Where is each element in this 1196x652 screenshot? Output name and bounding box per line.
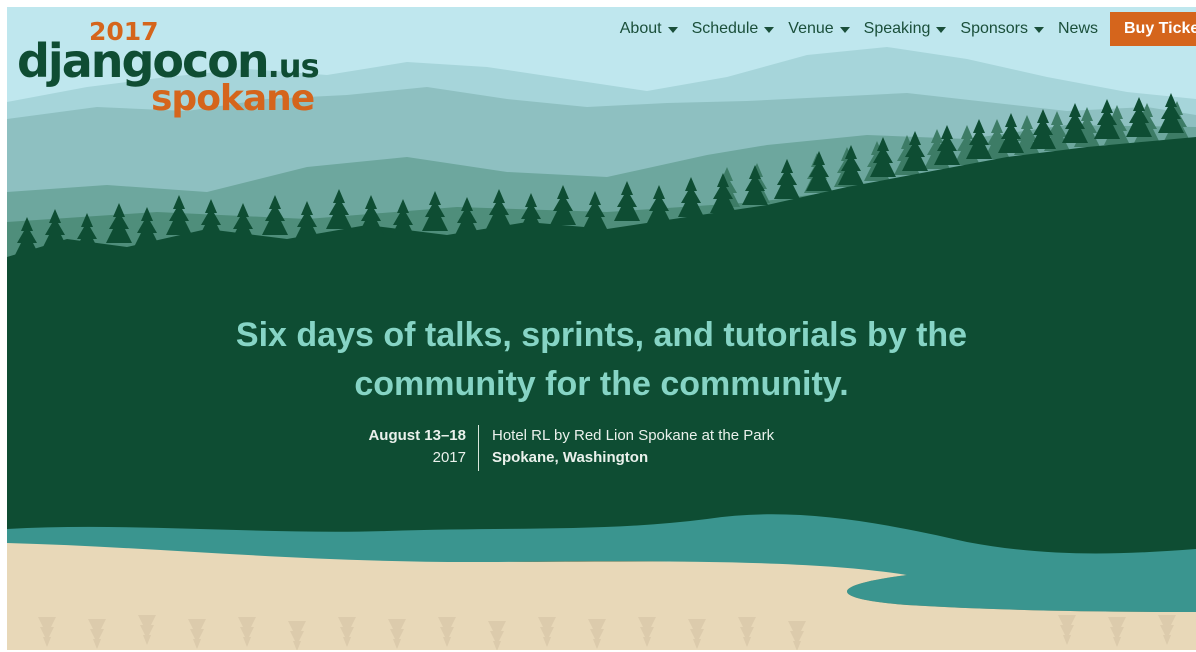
hero-tagline: Six days of talks, sprints, and tutorial… <box>7 311 1196 409</box>
event-dates: August 13–18 2017 <box>368 425 466 469</box>
caret-down-icon <box>667 27 678 33</box>
nav-news-label: News <box>1057 20 1098 37</box>
event-year: 2017 <box>432 449 466 466</box>
tagline-line-2: community for the community. <box>354 365 849 403</box>
nav-about-label: About <box>619 20 662 37</box>
caret-down-icon <box>1033 27 1044 33</box>
caret-down-icon <box>764 27 775 33</box>
nav-venue-label: Venue <box>788 20 834 37</box>
event-location: Hotel RL by Red Lion Spokane at the Park… <box>492 425 774 469</box>
nav-speaking-label: Speaking <box>863 20 931 37</box>
event-venue: Hotel RL by Red Lion Spokane at the Park <box>492 427 775 444</box>
logo-city: spokane <box>151 78 315 119</box>
buy-tickets-button[interactable]: Buy Tickets <box>1110 12 1196 46</box>
nav-speaking[interactable]: Speaking <box>864 20 947 38</box>
nav-sponsors-label: Sponsors <box>960 20 1028 37</box>
nav-about[interactable]: About <box>620 20 678 38</box>
nav-schedule-label: Schedule <box>691 20 759 37</box>
details-divider <box>478 425 479 471</box>
caret-down-icon <box>936 27 947 33</box>
event-details: August 13–18 2017 Hotel RL by Red Lion S… <box>7 425 1196 475</box>
hero-banner: 2017 djangocon.us spokane About Schedule… <box>7 7 1196 650</box>
main-nav: About Schedule Venue Speaking Sponsors N… <box>620 12 1196 46</box>
djangocon-logo[interactable]: 2017 djangocon.us spokane <box>17 15 337 125</box>
nav-sponsors[interactable]: Sponsors <box>960 20 1044 38</box>
event-city: Spokane, Washington <box>492 449 649 466</box>
nav-schedule[interactable]: Schedule <box>692 20 775 38</box>
event-date: August 13–18 <box>368 427 466 444</box>
nav-news[interactable]: News <box>1058 20 1098 38</box>
caret-down-icon <box>839 27 850 33</box>
tagline-line-1: Six days of talks, sprints, and tutorial… <box>235 316 968 354</box>
nav-venue[interactable]: Venue <box>788 20 850 38</box>
